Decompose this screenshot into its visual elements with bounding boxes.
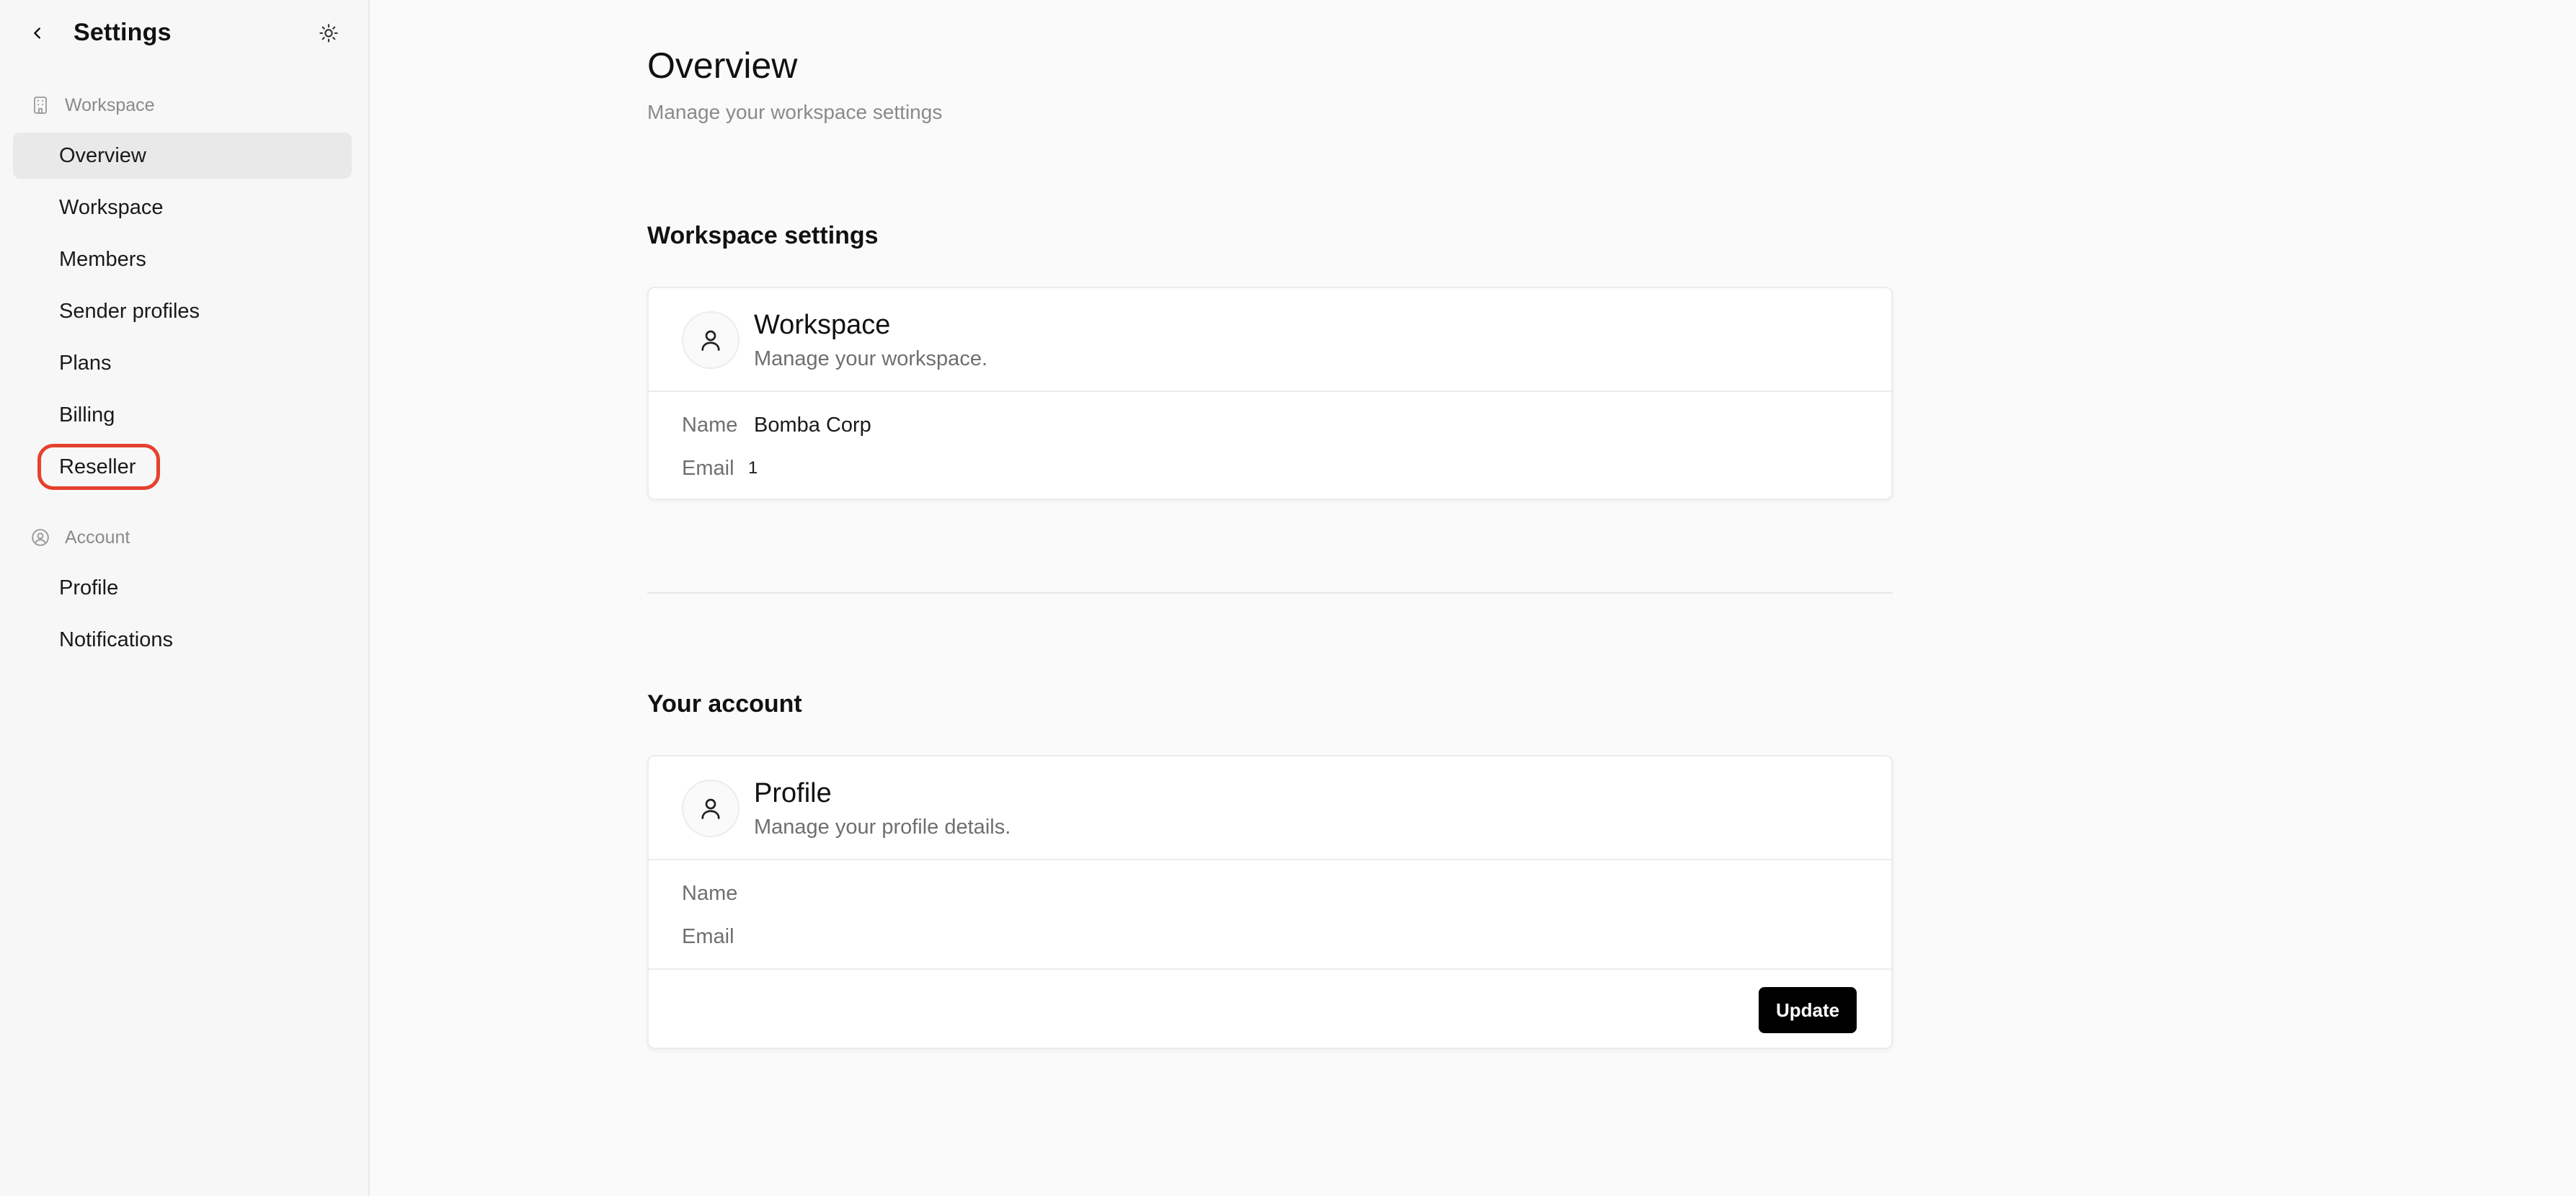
field-label-email: Email (682, 924, 734, 948)
workspace-card: Workspace Manage your workspace. Name Bo… (647, 287, 1893, 500)
workspace-card-description: Manage your workspace. (754, 347, 987, 370)
sidebar-item-profile[interactable]: Profile (13, 565, 352, 611)
profile-email-row: Email (682, 922, 754, 951)
profile-card-footer: Update (649, 968, 1891, 1049)
sidebar: Settings Workspace Overview Workspace Me… (0, 0, 370, 1196)
profile-card-header: Profile Manage your profile details. (649, 757, 1891, 860)
group-label-text: Workspace (65, 94, 155, 115)
group-label-text: Account (65, 527, 130, 548)
section-title-your-account: Your account (647, 690, 802, 718)
user-circle-icon (30, 527, 50, 548)
workspace-email-row: Email 1 (682, 454, 758, 483)
user-icon (701, 798, 720, 819)
sidebar-item-overview[interactable]: Overview (13, 133, 352, 179)
sidebar-title: Settings (74, 19, 172, 46)
field-label-email: Email (682, 456, 734, 480)
profile-name-row: Name (682, 879, 754, 908)
sidebar-header: Settings (0, 0, 368, 69)
section-divider (647, 592, 1893, 594)
back-button[interactable] (25, 20, 50, 46)
sidebar-item-plans[interactable]: Plans (13, 340, 352, 386)
group-label-account: Account (30, 525, 130, 550)
field-label-name: Name (682, 413, 738, 437)
sidebar-item-billing[interactable]: Billing (13, 392, 352, 438)
sidebar-item-workspace[interactable]: Workspace (13, 184, 352, 231)
page-title: Overview (647, 45, 798, 86)
workspace-card-title: Workspace (754, 310, 891, 340)
main-content: Overview Manage your workspace settings … (370, 0, 2576, 1196)
theme-toggle-button[interactable] (316, 20, 342, 46)
workspace-name-row: Name Bomba Corp (682, 411, 871, 439)
workspace-name-value: Bomba Corp (754, 413, 871, 437)
settings-app: Settings Workspace Overview Workspace Me… (0, 0, 2576, 1196)
section-title-workspace-settings: Workspace settings (647, 222, 879, 249)
sidebar-item-notifications[interactable]: Notifications (13, 617, 352, 663)
profile-card-description: Manage your profile details. (754, 816, 1011, 839)
workspace-email-value: 1 (748, 458, 758, 478)
sidebar-item-members[interactable]: Members (13, 236, 352, 282)
group-label-workspace: Workspace (30, 92, 155, 118)
user-icon (701, 330, 720, 351)
update-button[interactable]: Update (1759, 987, 1857, 1033)
chevron-left-icon (34, 27, 40, 39)
profile-card: Profile Manage your profile details. Nam… (647, 755, 1893, 1049)
avatar (682, 780, 740, 837)
page-subtitle: Manage your workspace settings (647, 101, 943, 123)
profile-card-title: Profile (754, 778, 832, 808)
sidebar-item-sender-profiles[interactable]: Sender profiles (13, 288, 352, 334)
building-icon (30, 95, 50, 115)
field-label-name: Name (682, 881, 738, 905)
sun-icon (319, 24, 338, 43)
workspace-card-header: Workspace Manage your workspace. (649, 288, 1891, 392)
avatar (682, 311, 740, 369)
sidebar-item-reseller[interactable]: Reseller (13, 444, 352, 490)
